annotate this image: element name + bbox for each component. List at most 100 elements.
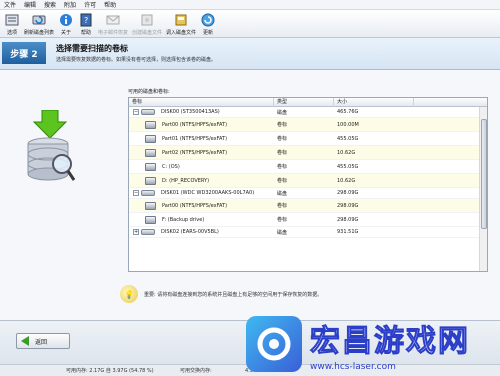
back-button-label: 返回 bbox=[35, 338, 48, 346]
menu-item[interactable]: 编辑 bbox=[24, 0, 36, 9]
tree-row-size: 10.62G bbox=[337, 149, 356, 156]
tree-row-type: 卷标 bbox=[277, 178, 288, 184]
tree-row-volume[interactable]: Part00 (NTFS/HPFS/exFAT) 卷标 298.09G bbox=[129, 199, 487, 213]
tree-row-disk[interactable]: + DISK02 (EARS-00V5BL) 磁盘 931.51G bbox=[129, 227, 487, 238]
tree-row-type: 卷标 bbox=[277, 217, 288, 223]
tree-row-name: Part00 (NTFS/HPFS/exFAT) bbox=[162, 121, 228, 128]
tree-row-name: Part01 (NTFS/HPFS/exFAT) bbox=[162, 135, 228, 142]
menu-bar: 文件 编辑 搜索 附加 许可 帮助 bbox=[0, 0, 500, 10]
info-icon bbox=[58, 12, 74, 28]
watermark-url: www.hcs-laser.com bbox=[310, 362, 396, 372]
tree-row-type: 卷标 bbox=[277, 122, 288, 128]
tip-text: 重要: 请将有磁盘连接到您的系统并且磁盘上有足够的空间用于保存恢复的数据。 bbox=[144, 291, 323, 298]
page-subtitle: 选择需要恢复数据的卷标。如果没有卷可选择，则选择包含该卷的磁盘。 bbox=[56, 57, 217, 63]
menu-item[interactable]: 附加 bbox=[64, 0, 76, 9]
step-header: 步骤 2 选择需要扫描的卷标 选择需要恢复数据的卷标。如果没有卷可选择，则选择包… bbox=[0, 38, 500, 70]
tree-row-name: DISK00 (ST3500413AS) bbox=[161, 109, 220, 115]
svg-text:?: ? bbox=[84, 16, 88, 25]
help-icon: ? bbox=[78, 12, 94, 28]
toolbar-button-label: 关于 bbox=[61, 30, 72, 36]
tree-row-size: 298.09G bbox=[337, 202, 359, 209]
volume-icon bbox=[145, 120, 156, 129]
toolbar-button-label: 调入磁盘文件 bbox=[166, 30, 197, 36]
column-header-size[interactable]: 大小 bbox=[334, 97, 414, 107]
tree-header: 卷标 类型 大小 bbox=[129, 97, 487, 107]
column-header-type[interactable]: 类型 bbox=[274, 97, 334, 107]
status-memory: 可用内存: 2.17G 自 3.97G (54.78 %) bbox=[66, 368, 154, 374]
tree-row-size: 10.62G bbox=[337, 177, 356, 184]
tree-row-type: 卷标 bbox=[277, 164, 288, 170]
toolbar-button-label: 更新 bbox=[203, 30, 214, 36]
toolbar-button-info[interactable]: 关于 bbox=[58, 10, 74, 37]
watermark: 宏昌游戏网 www.hcs-laser.com bbox=[242, 312, 500, 376]
refresh-icon bbox=[31, 12, 47, 28]
status-swap-label: 可用交换内存: bbox=[180, 368, 212, 374]
menu-item[interactable]: 许可 bbox=[84, 0, 96, 9]
menu-item[interactable]: 文件 bbox=[4, 0, 16, 9]
tree-row-name: DISK01 (WDC WD3200AAKS-00L7A0) bbox=[161, 190, 255, 196]
tree-row-size: 465.76G bbox=[337, 109, 359, 115]
tree-row-disk[interactable]: − DISK01 (WDC WD3200AAKS-00L7A0) 磁盘 298.09G bbox=[129, 188, 487, 199]
toolbar-button-help[interactable]: ? 帮助 bbox=[78, 10, 94, 37]
toolbar-button-label: 选项 bbox=[6, 30, 17, 36]
volume-icon bbox=[145, 215, 156, 224]
tree-row-size: 931.51G bbox=[337, 229, 359, 235]
hard-disk-icon bbox=[141, 190, 155, 196]
tree-row-volume[interactable]: Part02 (NTFS/HPFS/exFAT) 卷标 10.62G bbox=[129, 146, 487, 160]
collapse-icon[interactable]: − bbox=[133, 190, 139, 196]
tree-row-type: 磁盘 bbox=[277, 190, 288, 197]
volume-icon bbox=[145, 201, 156, 210]
toolbar-button-label: 刷新磁盘列表 bbox=[24, 30, 55, 36]
watermark-title: 宏昌游戏网 bbox=[310, 324, 470, 360]
tree-row-size: 455.05G bbox=[337, 135, 359, 142]
tree-row-volume[interactable]: Part00 (NTFS/HPFS/exFAT) 卷标 100.00M bbox=[129, 118, 487, 132]
tree-row-disk[interactable]: − DISK00 (ST3500413AS) 磁盘 465.76G bbox=[129, 107, 487, 118]
tree-row-name: C: (OS) bbox=[162, 163, 180, 170]
toolbar-button-load-disk[interactable]: 调入磁盘文件 bbox=[166, 10, 196, 37]
toolbar-button-label: 创建磁盘文件 bbox=[132, 30, 163, 36]
tree-row-size: 455.05G bbox=[337, 163, 359, 170]
menu-item[interactable]: 搜索 bbox=[44, 0, 56, 9]
tree-row-name: Part00 (NTFS/HPFS/exFAT) bbox=[162, 202, 228, 209]
lightbulb-icon: 💡 bbox=[120, 285, 138, 303]
tree-row-size: 100.00M bbox=[337, 121, 359, 128]
email-icon bbox=[105, 12, 121, 28]
disk-volume-tree[interactable]: 卷标 类型 大小 − DISK00 (ST3500413AS) 磁盘 465.76G P… bbox=[128, 97, 488, 272]
toolbar: 选项 刷新磁盘列表 关于? 帮助 电子邮件恢复 创建磁盘文件 调入磁盘文件 更新 bbox=[0, 10, 500, 38]
update-icon bbox=[200, 12, 216, 28]
toolbar-button-label: 电子邮件恢复 bbox=[98, 30, 129, 36]
step-badge: 步骤 2 bbox=[2, 42, 46, 64]
collapse-icon[interactable]: − bbox=[133, 109, 139, 115]
tree-row-size: 298.09G bbox=[337, 216, 359, 223]
volume-icon bbox=[145, 176, 156, 185]
toolbar-button-update[interactable]: 更新 bbox=[200, 10, 216, 37]
tree-row-volume[interactable]: Part01 (NTFS/HPFS/exFAT) 卷标 455.05G bbox=[129, 132, 487, 146]
back-button[interactable]: 返回 bbox=[16, 333, 70, 349]
scrollbar-thumb[interactable] bbox=[481, 119, 487, 229]
tree-row-type: 卷标 bbox=[277, 150, 288, 156]
tree-row-volume[interactable]: C: (OS) 卷标 455.05G bbox=[129, 160, 487, 174]
disk-image-icon bbox=[139, 12, 155, 28]
toolbar-button-refresh[interactable]: 刷新磁盘列表 bbox=[24, 10, 54, 37]
hard-disk-icon bbox=[141, 109, 155, 115]
toolbar-button-label: 帮助 bbox=[81, 30, 92, 36]
expand-icon[interactable]: + bbox=[133, 229, 139, 235]
tip-area: 💡 重要: 请将有磁盘连接到您的系统并且磁盘上有足够的空间用于保存恢复的数据。 bbox=[120, 284, 490, 304]
tree-row-name: DISK02 (EARS-00V5BL) bbox=[161, 229, 219, 235]
page-title: 选择需要扫描的卷标 bbox=[56, 44, 128, 53]
tree-row-name: D: (HP_RECOVERY) bbox=[162, 177, 210, 184]
volume-icon bbox=[145, 162, 156, 171]
tree-row-name: Part02 (NTFS/HPFS/exFAT) bbox=[162, 149, 228, 156]
watermark-logo-icon bbox=[246, 316, 302, 372]
tree-row-volume[interactable]: D: (HP_RECOVERY) 卷标 10.62G bbox=[129, 174, 487, 188]
volume-icon bbox=[145, 148, 156, 157]
toolbar-button-email: 电子邮件恢复 bbox=[98, 10, 128, 37]
options-icon bbox=[4, 12, 20, 28]
database-scan-icon bbox=[27, 110, 76, 181]
column-header-name[interactable]: 卷标 bbox=[129, 97, 274, 107]
menu-item[interactable]: 帮助 bbox=[104, 0, 116, 9]
toolbar-button-options[interactable]: 选项 bbox=[4, 10, 20, 37]
volume-icon bbox=[145, 134, 156, 143]
vertical-scrollbar[interactable] bbox=[479, 107, 487, 271]
tree-row-volume[interactable]: F: (Backup drive) 卷标 298.09G bbox=[129, 213, 487, 227]
